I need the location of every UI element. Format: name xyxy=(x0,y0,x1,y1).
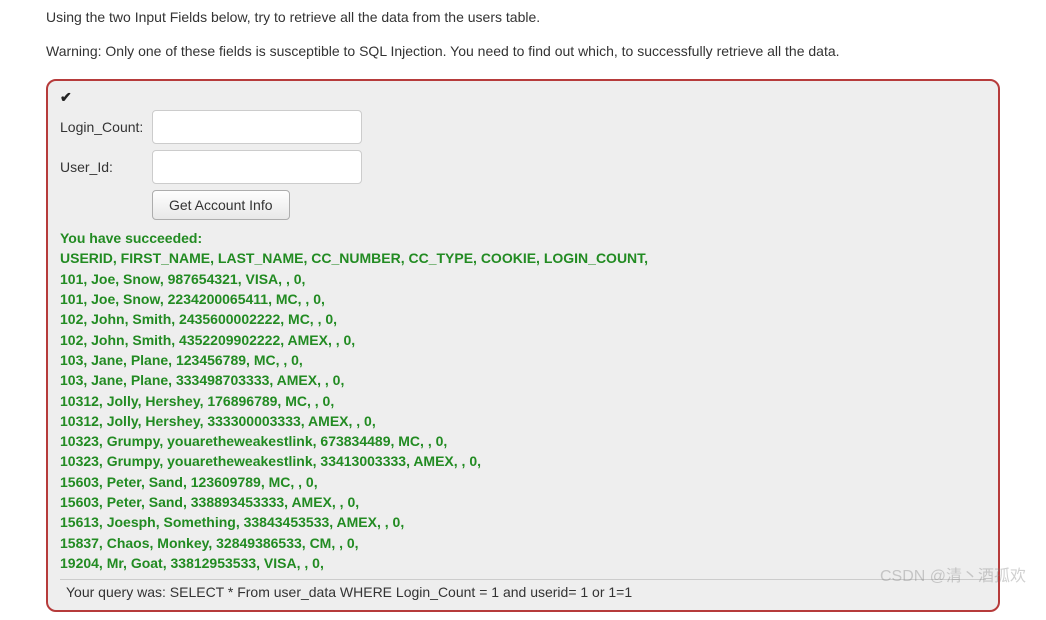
user-id-label: User_Id: xyxy=(60,159,152,175)
result-row: 10323, Grumpy, youaretheweakestlink, 673… xyxy=(60,431,986,451)
login-count-row: Login_Count: xyxy=(60,110,986,144)
result-row: 103, Jane, Plane, 123456789, MC, , 0, xyxy=(60,350,986,370)
result-row: 19204, Mr, Goat, 33812953533, VISA, , 0, xyxy=(60,553,986,573)
user-id-input[interactable] xyxy=(152,150,362,184)
result-row: 15837, Chaos, Monkey, 32849386533, CM, ,… xyxy=(60,533,986,553)
login-count-input[interactable] xyxy=(152,110,362,144)
result-row: 10312, Jolly, Hershey, 176896789, MC, , … xyxy=(60,391,986,411)
warning-text: Warning: Only one of these fields is sus… xyxy=(46,42,1000,62)
result-columns: USERID, FIRST_NAME, LAST_NAME, CC_NUMBER… xyxy=(60,248,986,268)
result-row: 102, John, Smith, 2435600002222, MC, , 0… xyxy=(60,309,986,329)
result-row: 101, Joe, Snow, 2234200065411, MC, , 0, xyxy=(60,289,986,309)
instruction-text: Using the two Input Fields below, try to… xyxy=(46,8,1000,28)
success-message: You have succeeded: xyxy=(60,228,986,248)
result-rows: 101, Joe, Snow, 987654321, VISA, , 0,101… xyxy=(60,269,986,573)
results-block: You have succeeded: USERID, FIRST_NAME, … xyxy=(60,228,986,573)
result-row: 10323, Grumpy, youaretheweakestlink, 334… xyxy=(60,451,986,471)
result-row: 101, Joe, Snow, 987654321, VISA, , 0, xyxy=(60,269,986,289)
login-count-label: Login_Count: xyxy=(60,119,152,135)
attack-panel: ✔ Login_Count: User_Id: Get Account Info… xyxy=(46,79,1000,612)
result-row: 10312, Jolly, Hershey, 333300003333, AME… xyxy=(60,411,986,431)
user-id-row: User_Id: xyxy=(60,150,986,184)
result-row: 15603, Peter, Sand, 338893453333, AMEX, … xyxy=(60,492,986,512)
get-account-info-button[interactable]: Get Account Info xyxy=(152,190,290,220)
result-row: 102, John, Smith, 4352209902222, AMEX, ,… xyxy=(60,330,986,350)
check-icon: ✔ xyxy=(60,89,72,106)
query-display: Your query was: SELECT * From user_data … xyxy=(60,579,986,604)
result-row: 15603, Peter, Sand, 123609789, MC, , 0, xyxy=(60,472,986,492)
result-row: 103, Jane, Plane, 333498703333, AMEX, , … xyxy=(60,370,986,390)
result-row: 15613, Joesph, Something, 33843453533, A… xyxy=(60,512,986,532)
